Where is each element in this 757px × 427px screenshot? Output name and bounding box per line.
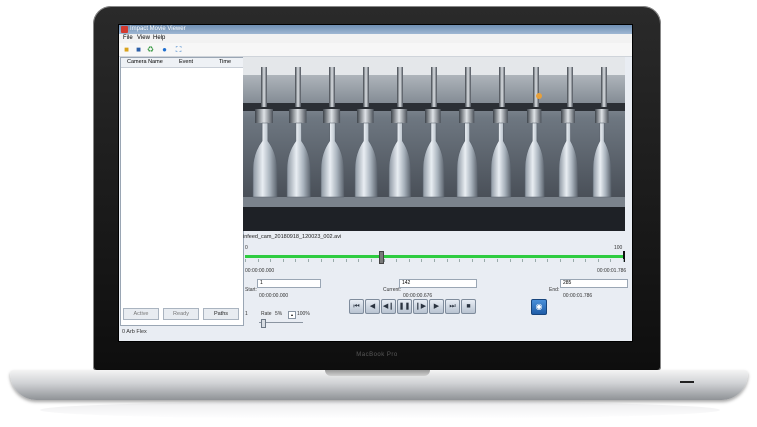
seek-tick [572, 259, 574, 262]
video-image [243, 57, 625, 231]
skip-end-icon[interactable]: ⏭ [445, 299, 460, 314]
rate-max: 100% [297, 311, 310, 317]
title-bar [119, 25, 632, 34]
column-event[interactable]: Event [179, 58, 193, 67]
menu-help[interactable]: Help [153, 34, 165, 43]
seek-tick [282, 259, 284, 262]
seek-start-label: 0 [245, 245, 248, 251]
seek-tick [333, 259, 335, 262]
column-time[interactable]: Time [219, 58, 231, 67]
info-icon[interactable]: ● [160, 45, 169, 54]
laptop-indicator [680, 381, 694, 383]
seek-tick [560, 259, 561, 262]
status-bar: 0 Arb Flex [122, 329, 147, 335]
seek-tick [547, 259, 549, 262]
rate-spinner[interactable]: ▴ [288, 311, 296, 319]
save-icon[interactable]: ■ [134, 45, 143, 54]
end-label: End: [549, 287, 560, 293]
seek-tick [585, 259, 587, 262]
rate-step: 1 [245, 311, 248, 317]
seek-tick [383, 259, 385, 262]
seek-tick [345, 259, 347, 262]
seek-tick [408, 259, 410, 262]
seek-tick [522, 259, 524, 262]
prev-icon[interactable]: ◀ [365, 299, 380, 314]
laptop-reflection [40, 401, 720, 419]
pause-icon[interactable]: ❚❚ [397, 299, 412, 314]
current-label: Current: [383, 287, 402, 293]
indicator-light [536, 93, 542, 99]
active-button[interactable]: Active [123, 308, 159, 320]
step-forward-icon[interactable]: ❙▶ [413, 299, 428, 314]
seek-tick [358, 259, 360, 262]
step-back-icon[interactable]: ◀❙ [381, 299, 396, 314]
seek-tick [396, 259, 398, 262]
menu-view[interactable]: View [137, 34, 150, 43]
seek-tick [459, 259, 461, 262]
play-icon[interactable]: ▶ [429, 299, 444, 314]
rate-value: 5% [275, 311, 283, 317]
seek-tick [597, 259, 599, 262]
media-icon[interactable]: ◉ [531, 299, 547, 315]
window-title: Impact Movie Viewer [130, 26, 186, 32]
menu-file[interactable]: File [123, 34, 133, 43]
video-filename: infeed_cam_20180918_120023_002.avi [243, 234, 342, 240]
seek-tick [446, 259, 448, 262]
current-frame-field[interactable]: 142 [399, 279, 477, 288]
seek-tick [534, 259, 536, 262]
skip-start-icon[interactable]: ⏮ [349, 299, 364, 314]
seek-tick [308, 259, 309, 262]
seek-tick [610, 259, 612, 262]
seek-tick [257, 259, 259, 262]
rate-slider-handle[interactable] [261, 319, 266, 328]
seek-tick [270, 259, 272, 262]
stop-icon[interactable]: ■ [461, 299, 476, 314]
menu-bar: File View Help [119, 34, 632, 43]
seek-tick [434, 259, 435, 262]
recycle-icon[interactable]: ♻ [146, 45, 155, 54]
laptop-notch [325, 370, 430, 376]
end-time: 00:00:01.786 [563, 293, 593, 299]
app-icon [121, 26, 128, 33]
seek-tick [295, 259, 297, 262]
app-window: Impact Movie Viewer File View Help ■ ■ ♻… [118, 24, 633, 342]
toolbar: ■ ■ ♻ ● ⛶ [119, 43, 632, 57]
paths-button[interactable]: Paths [203, 308, 239, 320]
fullscreen-icon[interactable]: ⛶ [174, 45, 183, 54]
column-camera-name[interactable]: Camera Name [127, 58, 163, 67]
time-left: 00:00:00.000 [245, 268, 275, 274]
seek-tick [623, 259, 624, 262]
list-header: Camera Name Event Time [121, 58, 243, 68]
seek-tick [320, 259, 322, 262]
panel-buttons: Active Ready Paths [120, 308, 242, 321]
start-frame-field[interactable]: 1 [257, 279, 321, 288]
camera-list-panel: Camera Name Event Time [120, 57, 244, 326]
seek-tick [421, 259, 423, 262]
start-time: 00:00:00.000 [259, 293, 289, 299]
seek-bar[interactable] [245, 255, 623, 258]
laptop-brand: MacBook Pro [356, 352, 398, 358]
ready-button[interactable]: Ready [163, 308, 199, 320]
seek-tick [245, 259, 246, 262]
rate-label: Rate [261, 311, 272, 317]
seek-tick [497, 259, 498, 262]
video-frame [243, 57, 625, 231]
seek-tick [471, 259, 473, 262]
time-right: 00:00:01.786 [597, 268, 627, 274]
end-frame-field[interactable]: 285 [560, 279, 628, 288]
seek-tick [484, 259, 486, 262]
start-label: Start: [245, 287, 257, 293]
seek-end-label: 100 [614, 245, 623, 251]
seek-handle[interactable] [379, 251, 385, 264]
seek-tick [509, 259, 511, 262]
seek-tick [371, 259, 372, 262]
open-folder-icon[interactable]: ■ [122, 45, 131, 54]
